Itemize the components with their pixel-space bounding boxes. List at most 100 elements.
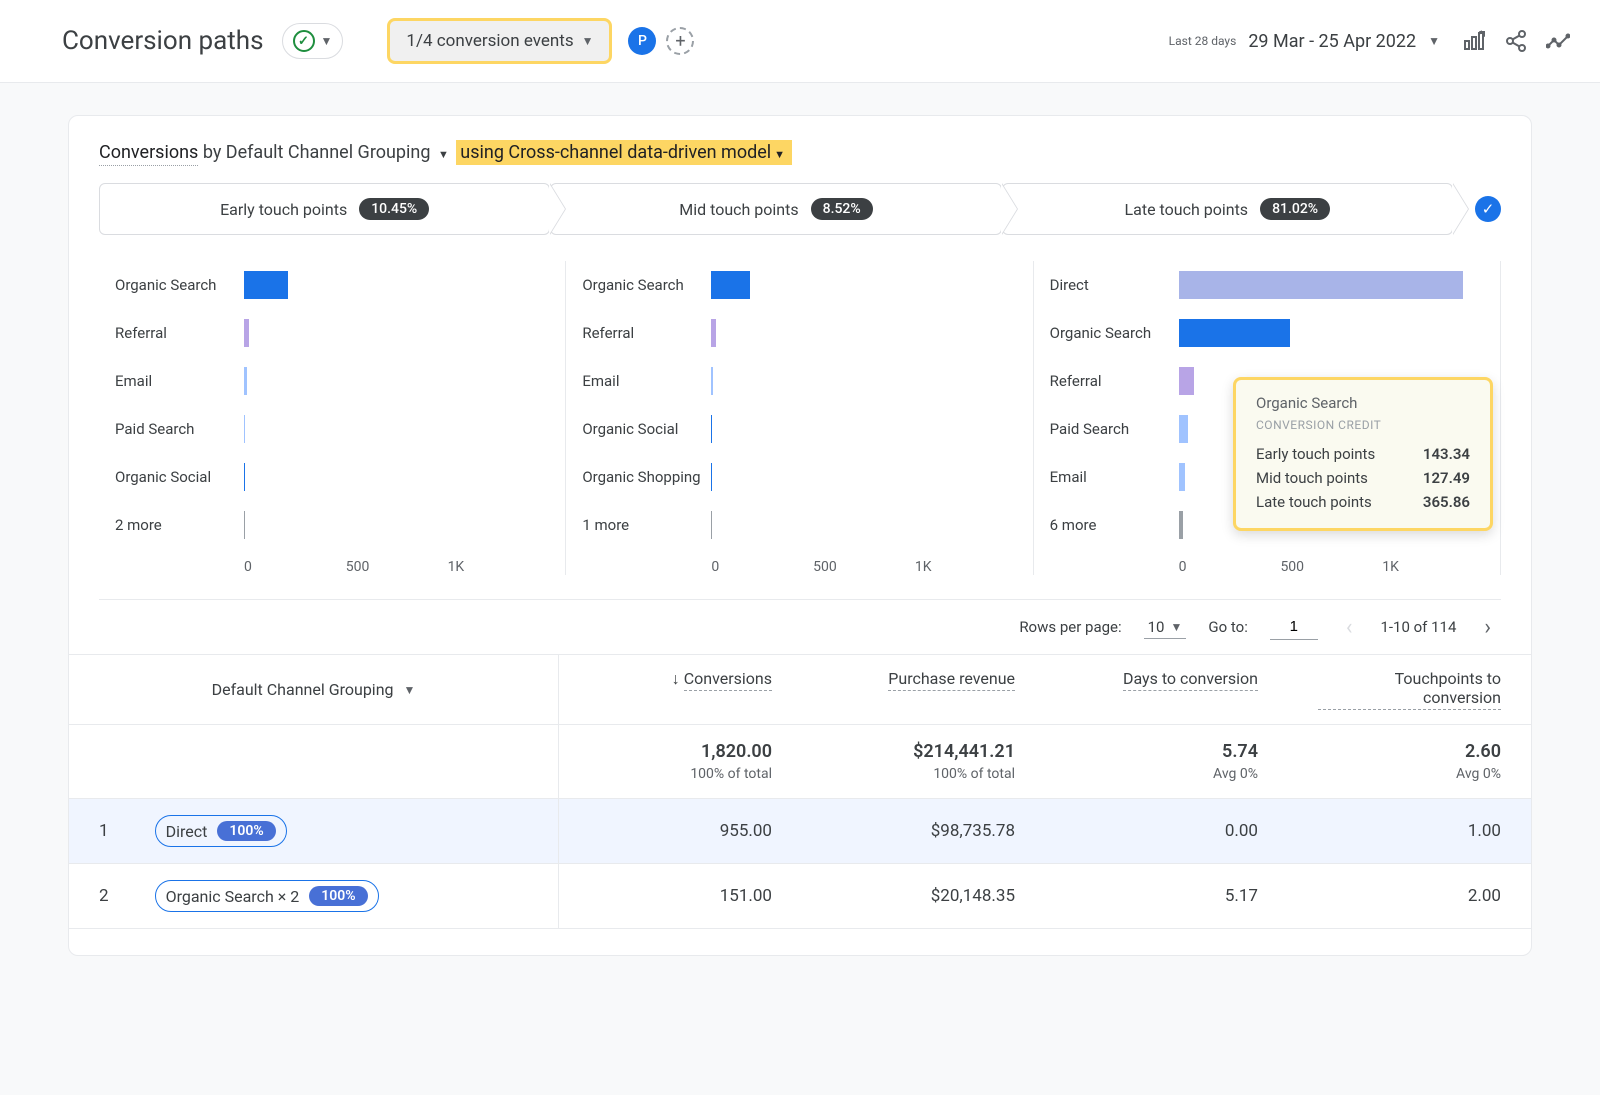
chart-column: Organic Search Referral Email Organic Socia… [566, 261, 1033, 575]
col-conversions[interactable]: ↓Conversions [559, 655, 802, 724]
next-page-button[interactable]: › [1478, 615, 1497, 640]
touchpoint-percent: 8.52% [811, 198, 873, 220]
bar-label: 2 more [115, 516, 240, 534]
bar-label: Paid Search [115, 420, 240, 438]
conversion-check-icon: ✓ [1475, 196, 1501, 222]
goto-label: Go to: [1208, 618, 1247, 636]
conversion-events-label: 1/4 conversion events [406, 31, 573, 51]
chart-column: Organic Search Referral Email Paid Search Or… [99, 261, 566, 575]
bar-row[interactable]: Organic Search [115, 261, 549, 309]
bar-label: Organic Search [115, 276, 240, 294]
bar-row[interactable]: Referral [582, 309, 1016, 357]
table-cell: $98,735.78 [802, 805, 1045, 857]
table-cell: 5.17 [1045, 870, 1288, 922]
bar-label: Organic Shopping [582, 468, 707, 486]
rows-per-page-select[interactable]: 10▼ [1144, 616, 1187, 639]
table-row[interactable]: 2 Organic Search × 2100% 151.00$20,148.355… [69, 864, 1531, 929]
bar-row[interactable]: Direct [1050, 261, 1484, 309]
status-pill[interactable]: ✓ ▼ [282, 23, 344, 59]
add-button[interactable]: + [666, 27, 694, 55]
date-range-picker[interactable]: Last 28 days 29 Mar - 25 Apr 2022 ▼ [1169, 31, 1440, 52]
bar-row[interactable]: 1 more [582, 501, 1016, 549]
attribution-model-selector[interactable]: using Cross-channel data-driven model▼ [456, 140, 792, 165]
touchpoint-label: Mid touch points [679, 200, 798, 219]
bar-row[interactable]: Paid Search [115, 405, 549, 453]
customize-icon[interactable] [1462, 29, 1486, 53]
bar-label: Direct [1050, 276, 1175, 294]
bar-row[interactable]: Email [115, 357, 549, 405]
col-touchpoints[interactable]: Touchpoints to conversion [1288, 655, 1531, 724]
table-cell: 0.00 [1045, 805, 1288, 857]
channel-chip[interactable]: Direct100% [155, 815, 287, 847]
total-cell: $214,441.21100% of total [802, 725, 1045, 798]
table-row[interactable]: 1 Direct100% 955.00$98,735.780.001.00 [69, 799, 1531, 864]
touchpoint-step[interactable]: Early touch points 10.45% [99, 183, 550, 235]
bar-row[interactable]: Organic Social [115, 453, 549, 501]
bar-label: Organic Search [1050, 324, 1175, 342]
bar-label: Referral [582, 324, 707, 342]
axis-ticks: 05001K [115, 559, 549, 575]
dimension-selector[interactable]: by Default Channel Grouping ▼ [203, 142, 452, 163]
total-cell: 1,820.00100% of total [559, 725, 802, 798]
axis-ticks: 05001K [582, 559, 1016, 575]
channel-chip[interactable]: Organic Search × 2100% [155, 880, 379, 912]
touchpoint-percent: 10.45% [359, 198, 429, 220]
avatar[interactable]: P [628, 27, 656, 55]
bar-label: Referral [1050, 372, 1175, 390]
touchpoint-label: Late touch points [1125, 200, 1249, 219]
tooltip-row: Late touch points365.86 [1256, 490, 1470, 514]
col-days[interactable]: Days to conversion [1045, 655, 1288, 724]
row-number: 2 [99, 886, 109, 906]
bar-row[interactable]: Organic Social [582, 405, 1016, 453]
touchpoint-step[interactable]: Mid touch points 8.52% [550, 183, 1001, 235]
touchpoint-percent: 81.02% [1260, 198, 1330, 220]
axis-ticks: 05001K [1050, 559, 1484, 575]
table-cell: 955.00 [559, 805, 802, 857]
tooltip-row: Early touch points143.34 [1256, 442, 1470, 466]
date-caption: Last 28 days [1169, 34, 1237, 48]
card-title: Conversions by Default Channel Grouping … [69, 142, 1531, 183]
table-cell: $20,148.35 [802, 870, 1045, 922]
goto-input[interactable] [1270, 614, 1318, 640]
page-title: Conversion paths [62, 26, 264, 56]
chevron-down-icon: ▼ [1428, 34, 1440, 48]
bar-label: 6 more [1050, 516, 1175, 534]
bar-label: Email [1050, 468, 1175, 486]
date-range-label: 29 Mar - 25 Apr 2022 [1248, 31, 1416, 52]
conversion-events-selector[interactable]: 1/4 conversion events ▼ [387, 18, 612, 64]
insights-icon[interactable] [1546, 29, 1570, 53]
chevron-down-icon: ▼ [582, 34, 594, 48]
metric-selector[interactable]: Conversions [99, 142, 198, 166]
chevron-down-icon: ▼ [321, 34, 333, 48]
tooltip-row: Mid touch points127.49 [1256, 466, 1470, 490]
bar-label: Paid Search [1050, 420, 1175, 438]
table-cell: 2.00 [1288, 870, 1531, 922]
tooltip-subtitle: CONVERSION CREDIT [1256, 418, 1470, 432]
table-cell: 1.00 [1288, 805, 1531, 857]
bar-row[interactable]: Email [582, 357, 1016, 405]
row-number: 1 [99, 821, 109, 841]
bar-row[interactable]: Organic Shopping [582, 453, 1016, 501]
tooltip-title: Organic Search [1256, 394, 1470, 412]
bar-label: Organic Social [582, 420, 707, 438]
prev-page-button[interactable]: ‹ [1340, 615, 1359, 640]
totals-row: 1,820.00100% of total$214,441.21100% of … [69, 725, 1531, 799]
dimension-header[interactable]: Default Channel Grouping▼ [69, 655, 559, 724]
bar-label: Referral [115, 324, 240, 342]
check-circle-icon: ✓ [293, 30, 315, 52]
rows-per-page-label: Rows per page: [1019, 618, 1121, 636]
touchpoint-step[interactable]: Late touch points 81.02% [1002, 183, 1453, 235]
page-range: 1-10 of 114 [1380, 618, 1456, 636]
table-cell: 151.00 [559, 870, 802, 922]
tooltip: Organic Search CONVERSION CREDIT Early t… [1233, 377, 1493, 531]
bar-row[interactable]: 2 more [115, 501, 549, 549]
share-icon[interactable] [1504, 29, 1528, 53]
touchpoint-label: Early touch points [220, 200, 347, 219]
bar-row[interactable]: Referral [115, 309, 549, 357]
col-revenue[interactable]: Purchase revenue [802, 655, 1045, 724]
bar-label: Organic Social [115, 468, 240, 486]
total-cell: 5.74Avg 0% [1045, 725, 1288, 798]
bar-row[interactable]: Organic Search [582, 261, 1016, 309]
bar-label: 1 more [582, 516, 707, 534]
bar-row[interactable]: Organic Search [1050, 309, 1484, 357]
